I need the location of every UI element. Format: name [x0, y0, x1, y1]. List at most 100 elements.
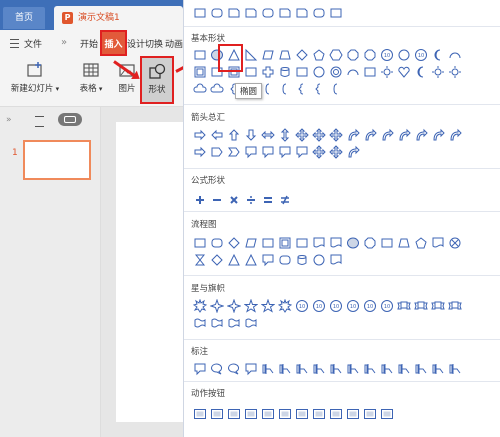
shape-option[interactable] [310, 80, 327, 97]
shape-option[interactable] [327, 234, 344, 251]
shape-option[interactable] [378, 63, 395, 80]
shape-option[interactable] [395, 234, 412, 251]
shape-option[interactable] [446, 234, 463, 251]
shape-option[interactable] [276, 360, 293, 377]
shape-option[interactable] [259, 360, 276, 377]
shape-option[interactable] [378, 360, 395, 377]
slide-view-toggle[interactable] [58, 113, 82, 126]
shape-option[interactable] [310, 143, 327, 160]
shape-option[interactable] [361, 126, 378, 143]
hamburger-icon[interactable] [10, 39, 19, 48]
shape-option[interactable] [259, 126, 276, 143]
shape-option[interactable] [259, 405, 276, 422]
shape-option[interactable] [208, 297, 225, 314]
shape-option[interactable] [446, 63, 463, 80]
shape-option[interactable] [344, 46, 361, 63]
shape-option[interactable] [242, 251, 259, 268]
tab-insert[interactable]: 插入 [100, 30, 127, 56]
shape-option[interactable] [327, 360, 344, 377]
shape-option[interactable] [395, 126, 412, 143]
shape-option[interactable] [191, 126, 208, 143]
shape-option[interactable] [225, 405, 242, 422]
new-slide-button[interactable]: 新建幻灯片 ▾ [6, 61, 64, 94]
shape-option[interactable] [293, 46, 310, 63]
shape-option[interactable] [259, 234, 276, 251]
shape-option[interactable] [361, 405, 378, 422]
shape-option[interactable] [191, 4, 208, 21]
shape-option[interactable]: 10 [412, 46, 429, 63]
shape-option[interactable] [395, 297, 412, 314]
shape-option[interactable] [412, 360, 429, 377]
shape-option[interactable] [242, 234, 259, 251]
slide-thumbnail[interactable] [23, 140, 91, 180]
shape-option[interactable] [225, 297, 242, 314]
shape-option[interactable] [191, 191, 208, 208]
shape-option[interactable] [293, 251, 310, 268]
shape-option[interactable] [191, 405, 208, 422]
shape-option[interactable] [327, 143, 344, 160]
shape-option[interactable] [412, 297, 429, 314]
shape-option[interactable] [293, 143, 310, 160]
tab-start[interactable]: 开始 [80, 37, 98, 50]
shape-option[interactable] [276, 46, 293, 63]
shape-option[interactable] [310, 234, 327, 251]
menu-expand[interactable]: » [61, 37, 67, 48]
shape-option[interactable] [429, 234, 446, 251]
shape-option[interactable] [259, 4, 276, 21]
shape-option[interactable] [293, 360, 310, 377]
shape-option[interactable] [395, 63, 412, 80]
shape-option[interactable] [276, 251, 293, 268]
shape-option[interactable] [429, 297, 446, 314]
table-button[interactable]: 表格 ▾ [75, 61, 107, 94]
shape-option[interactable] [412, 63, 429, 80]
shape-option[interactable]: 10 [293, 297, 310, 314]
shape-option[interactable] [293, 234, 310, 251]
shape-option[interactable] [208, 80, 225, 97]
shape-option[interactable] [361, 63, 378, 80]
tab-animation[interactable]: 动画 [165, 37, 183, 50]
tab-home[interactable]: 首页 [3, 7, 45, 29]
shape-option[interactable] [208, 143, 225, 160]
shape-option[interactable] [395, 360, 412, 377]
shape-option[interactable] [191, 297, 208, 314]
shape-option[interactable] [429, 360, 446, 377]
shape-option[interactable] [225, 234, 242, 251]
shape-option[interactable] [344, 63, 361, 80]
shape-option[interactable] [225, 360, 242, 377]
shape-option[interactable] [276, 234, 293, 251]
shape-option[interactable] [276, 63, 293, 80]
menu-file[interactable]: 文件 [24, 37, 42, 50]
shape-option[interactable] [327, 126, 344, 143]
shape-option[interactable] [208, 360, 225, 377]
shape-option[interactable] [242, 4, 259, 21]
shape-option[interactable] [344, 126, 361, 143]
shape-option[interactable] [361, 46, 378, 63]
shape-option[interactable] [327, 4, 344, 21]
shape-option[interactable] [259, 143, 276, 160]
shape-option[interactable] [276, 126, 293, 143]
shape-option[interactable] [191, 360, 208, 377]
shape-option[interactable] [429, 63, 446, 80]
shape-option[interactable] [327, 80, 344, 97]
shape-option[interactable] [429, 46, 446, 63]
shape-option[interactable] [259, 63, 276, 80]
shape-option[interactable] [310, 251, 327, 268]
shape-option[interactable] [208, 405, 225, 422]
shape-option[interactable] [208, 191, 225, 208]
shape-option[interactable] [259, 251, 276, 268]
shape-option[interactable] [242, 314, 259, 331]
shape-option[interactable] [225, 314, 242, 331]
shape-option[interactable] [242, 126, 259, 143]
shape-option[interactable] [191, 63, 208, 80]
shape-option[interactable] [327, 46, 344, 63]
shape-option[interactable] [412, 126, 429, 143]
shape-option[interactable] [208, 4, 225, 21]
shape-option[interactable] [276, 80, 293, 97]
shape-option[interactable] [276, 297, 293, 314]
shape-option[interactable]: 10 [327, 297, 344, 314]
shape-option[interactable] [310, 63, 327, 80]
shape-option[interactable]: 10 [378, 46, 395, 63]
shape-option[interactable] [378, 126, 395, 143]
shape-option[interactable] [310, 46, 327, 63]
slide-canvas[interactable] [116, 122, 183, 422]
